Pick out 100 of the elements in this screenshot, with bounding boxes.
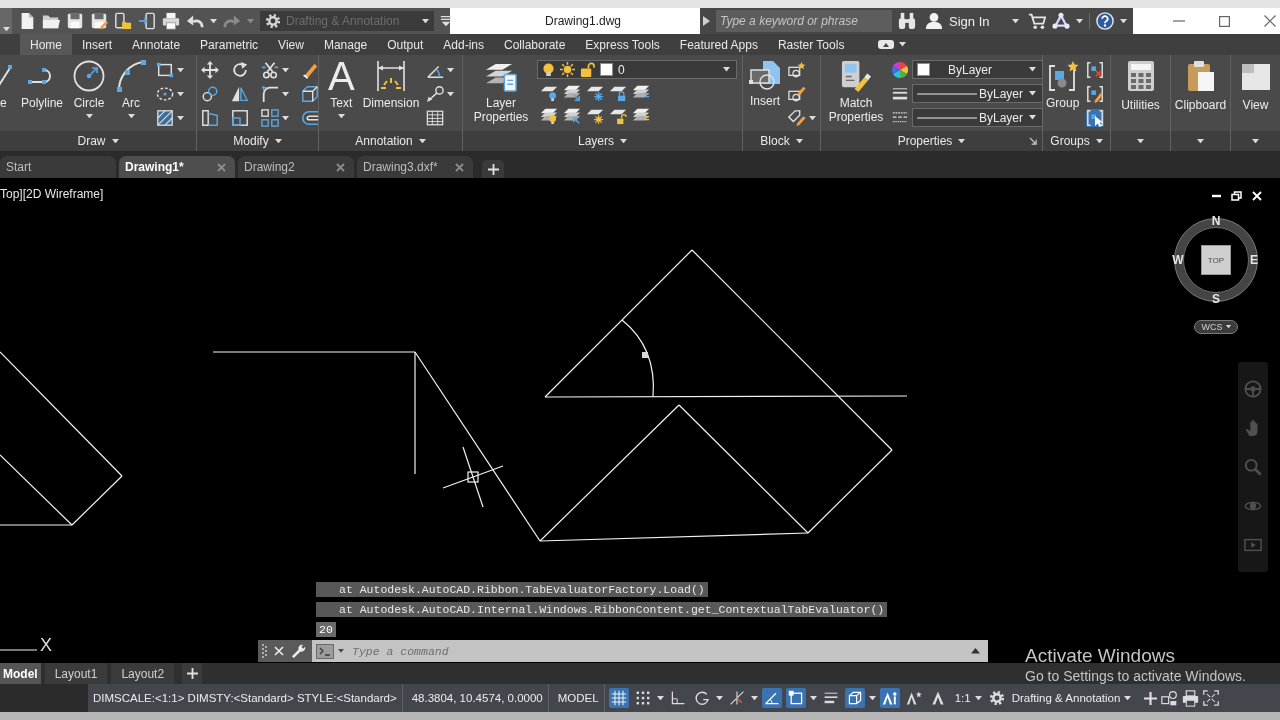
ribbon-toggle-icon[interactable]: [878, 40, 895, 49]
hatch-icon[interactable]: [156, 109, 175, 127]
panel-title-button[interactable]: Properties: [895, 132, 968, 150]
scissors-icon[interactable]: [261, 61, 279, 79]
ribbon-panel-button[interactable]: Clipboard: [1171, 55, 1231, 151]
printer-icon[interactable]: [1182, 689, 1200, 707]
caret-icon[interactable]: [282, 91, 289, 97]
layout-tab[interactable]: Model: [0, 663, 41, 684]
shapes-icon[interactable]: [1161, 689, 1179, 707]
wrench-icon[interactable]: [291, 643, 306, 659]
layer-stack-bulb-icon[interactable]: [540, 107, 558, 125]
caret-icon[interactable]: [447, 91, 455, 97]
caret-icon[interactable]: [656, 695, 664, 701]
ribbon-panel-button[interactable]: View: [1231, 55, 1280, 151]
command-line-field[interactable]: Type a command: [312, 640, 988, 662]
panel-title-button[interactable]: Modify: [231, 132, 284, 150]
search-field[interactable]: Type a keyword or phrase: [716, 10, 892, 32]
bracket-pencil-icon[interactable]: [1086, 85, 1105, 103]
color-wheel-icon[interactable]: [892, 61, 908, 78]
fillet-icon[interactable]: [261, 85, 279, 103]
block-star-icon[interactable]: [788, 61, 806, 79]
gear-icon[interactable]: [988, 690, 1005, 706]
ribbon-tab[interactable]: Add-ins: [433, 34, 494, 55]
layout-tab[interactable]: Layout1: [44, 663, 108, 684]
layer-open-lock-icon[interactable]: [609, 107, 627, 125]
caret-icon[interactable]: [338, 649, 344, 653]
shopping-cart-icon[interactable]: [1028, 12, 1046, 30]
restore-icon[interactable]: [1231, 191, 1242, 201]
insert-button[interactable]: Insert: [748, 60, 782, 108]
compass-letter[interactable]: E: [1248, 253, 1260, 267]
grip-icon[interactable]: [262, 644, 267, 658]
dialog-launcher-icon[interactable]: [1029, 137, 1037, 145]
eraser-icon[interactable]: [301, 61, 319, 79]
panel-title-button[interactable]: Layers: [576, 132, 629, 150]
caret-icon[interactable]: [715, 695, 723, 701]
lineweight-dropdown[interactable]: ByLayer: [912, 84, 1043, 103]
group-button[interactable]: Group: [1045, 60, 1081, 110]
layer-bulb-icon[interactable]: [540, 84, 558, 102]
bracket-cross-icon[interactable]: [1086, 61, 1105, 79]
layer-stack-arrow-icon[interactable]: [563, 84, 581, 102]
ribbon-button[interactable]: e: [0, 60, 12, 110]
customize-menu-icon[interactable]: [440, 15, 452, 27]
rotate-icon[interactable]: [231, 61, 249, 79]
ribbon-tab[interactable]: Express Tools: [575, 34, 670, 55]
file-tab[interactable]: Start: [0, 156, 116, 178]
table-icon[interactable]: [426, 109, 445, 127]
dimension-button[interactable]: Dimension: [361, 60, 421, 110]
file-tab[interactable]: Drawing3.dxf*: [357, 156, 473, 178]
lineweight-icon[interactable]: [892, 87, 908, 100]
layer-lock-icon[interactable]: [609, 84, 627, 102]
angle-icon[interactable]: [761, 688, 782, 708]
fullscreen-icon[interactable]: [1203, 690, 1220, 706]
viewcube-top-face[interactable]: TOP: [1201, 245, 1231, 275]
bracket-cursor-icon[interactable]: [1086, 109, 1105, 127]
caret-icon[interactable]: [868, 695, 876, 701]
leader-icon[interactable]: [426, 85, 445, 103]
mirror-icon[interactable]: [231, 85, 249, 103]
ribbon-tab[interactable]: View: [268, 34, 314, 55]
application-menu-button[interactable]: [0, 8, 12, 34]
caret-icon[interactable]: [210, 18, 217, 24]
layer-dropdown[interactable]: 0: [537, 60, 737, 79]
caret-icon[interactable]: [899, 42, 907, 47]
ribbon-tab[interactable]: Parametric: [190, 34, 269, 55]
maximize-icon[interactable]: [1219, 15, 1230, 27]
caret-icon[interactable]: [447, 67, 455, 73]
copy-icon[interactable]: [201, 85, 219, 103]
ribbon-tab[interactable]: Insert: [72, 34, 123, 55]
layer-stack-arrow-icon[interactable]: [563, 107, 581, 125]
binoculars-icon[interactable]: [898, 12, 916, 30]
arc-button[interactable]: Arc: [114, 60, 149, 119]
command-prompt-icon[interactable]: [316, 643, 334, 659]
dashed-ellipse-icon[interactable]: [156, 85, 175, 103]
phone-arrow-icon[interactable]: [138, 12, 156, 30]
offset-icon[interactable]: [301, 109, 319, 127]
block-pencil-icon[interactable]: [788, 85, 806, 103]
caret-icon[interactable]: [750, 695, 758, 701]
caret-icon[interactable]: [177, 67, 185, 73]
move-icon[interactable]: [201, 61, 219, 79]
compass-letter[interactable]: N: [1210, 214, 1222, 228]
new-layout-button[interactable]: [182, 663, 203, 684]
ribbon-tab[interactable]: Manage: [313, 34, 378, 55]
help-icon[interactable]: [1096, 12, 1114, 30]
caret-icon[interactable]: [282, 67, 289, 73]
expand-arrow-icon[interactable]: [703, 16, 710, 26]
grid-icon[interactable]: [608, 688, 629, 708]
linetype-icon[interactable]: [892, 111, 908, 124]
caret-icon[interactable]: [809, 695, 817, 701]
scale-icon[interactable]: [231, 109, 249, 127]
match-properties-button[interactable]: Match Properties: [826, 60, 886, 124]
array-icon[interactable]: [261, 109, 279, 127]
ribbon-tab[interactable]: Raster Tools: [767, 34, 855, 55]
panel-title-button[interactable]: Block: [758, 132, 805, 150]
caret-icon[interactable]: [1076, 18, 1083, 24]
viewport-label[interactable]: Top][2D Wireframe]: [0, 187, 104, 201]
polyline-button[interactable]: Polyline: [20, 60, 65, 110]
file-tab[interactable]: Drawing2: [238, 156, 354, 178]
object-snap-icon[interactable]: [785, 688, 806, 708]
grip-point[interactable]: [642, 352, 648, 358]
cube-icon[interactable]: [301, 85, 319, 103]
linetype-dropdown[interactable]: ByLayer: [912, 108, 1043, 127]
